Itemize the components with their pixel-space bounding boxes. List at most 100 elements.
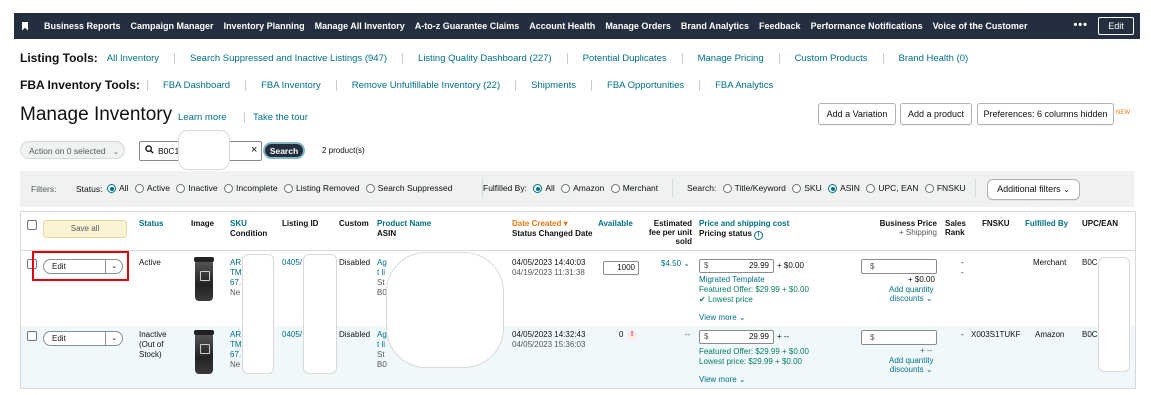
filter-bar: Filters: Status: All Active Inactive Inc… (20, 171, 1134, 207)
price-input[interactable]: $29.99 (699, 330, 774, 344)
save-all-button[interactable]: Save all (43, 220, 127, 238)
col-price-header[interactable]: Price and shipping cost (699, 219, 789, 228)
edit-nav-button[interactable]: Edit (1098, 17, 1134, 35)
nav-item-performance-notifications[interactable]: Performance Notifications (811, 21, 923, 31)
price-input[interactable]: $29.99 (699, 259, 774, 273)
radio-search-asin[interactable] (828, 184, 838, 193)
link-all-inventory[interactable]: All Inventory (105, 53, 174, 64)
preferences-button[interactable]: Preferences: 6 columns hidden (977, 103, 1114, 125)
add-quantity-discounts-link[interactable]: Add quantity discounts ⌄ (889, 356, 933, 374)
radio-status-listing-removed[interactable] (284, 184, 293, 193)
col-asin-subheader: ASIN (377, 229, 397, 238)
col-fulfilled-by-header[interactable]: Fulfilled By (1025, 219, 1068, 228)
divider (672, 178, 673, 198)
add-variation-button[interactable]: Add a Variation (818, 103, 896, 125)
radio-search-sku[interactable] (792, 184, 802, 193)
view-more-link[interactable]: View more ⌄ (699, 313, 746, 322)
take-tour-link[interactable]: Take the tour (244, 112, 308, 123)
add-product-button[interactable]: Add a product (900, 103, 972, 125)
link-shipments[interactable]: Shipments (515, 79, 591, 91)
currency-symbol: $ (704, 261, 709, 270)
nav-item-voice-of-customer[interactable]: Voice of the Customer (933, 21, 1028, 31)
link-potential-duplicates[interactable]: Potential Duplicates (566, 52, 682, 64)
row-pricing-status[interactable]: Migrated Template (699, 275, 765, 284)
col-pricing-status-subheader: Pricing status i (699, 229, 764, 240)
col-condition-subheader: Condition (230, 229, 268, 238)
row-checkbox[interactable] (27, 331, 37, 341)
learn-more-link[interactable]: Learn more (178, 112, 227, 123)
row-sku[interactable]: AR TM 67. Ne (230, 330, 242, 370)
available-quantity-input[interactable]: 1000 (603, 261, 639, 275)
additional-filters-button[interactable]: Additional filters ⌄ (987, 179, 1080, 200)
row-product-name[interactable]: Ag t li St B0 (377, 330, 387, 370)
business-price-input[interactable]: $ (861, 259, 937, 274)
product-thumbnail[interactable] (194, 257, 214, 301)
nav-item-campaign-manager[interactable]: Campaign Manager (131, 21, 214, 31)
chevron-down-icon: ⌄ (683, 259, 690, 268)
clear-search-icon[interactable]: × (251, 144, 257, 156)
status-listing-removed-label: Listing Removed (296, 183, 360, 193)
col-sku-header[interactable]: SKU (230, 219, 247, 228)
radio-search-title[interactable] (722, 184, 732, 193)
add-qty-line1: Add quantity (889, 285, 934, 294)
row-date-created: 04/05/2023 14:32:43 (512, 330, 586, 339)
link-remove-unfulfillable[interactable]: Remove Unfulfillable Inventory (22) (335, 79, 515, 91)
col-listing-id-header: Listing ID (282, 219, 319, 228)
highlight-box (32, 251, 129, 281)
more-menu-icon[interactable]: ••• (1073, 19, 1088, 31)
warning-icon[interactable]: ! (627, 330, 637, 340)
nav-item-business-reports[interactable]: Business Reports (44, 21, 121, 31)
product-line: t li (377, 268, 385, 277)
select-all-checkbox[interactable] (27, 220, 37, 230)
radio-status-active[interactable] (134, 184, 144, 193)
inventory-table: Save all Status Image SKU Condition List… (20, 211, 1136, 389)
nav-item-feedback[interactable]: Feedback (759, 21, 801, 31)
nav-item-brand-analytics[interactable]: Brand Analytics (681, 21, 749, 31)
radio-status-inactive[interactable] (176, 184, 186, 193)
row-listing-id[interactable]: 0405/ (282, 258, 302, 267)
add-quantity-discounts-link[interactable]: Add quantity discounts ⌄ (889, 285, 933, 303)
link-brand-health[interactable]: Brand Health (0) (882, 52, 984, 64)
row-upc: B0C (1082, 258, 1098, 267)
row-status-changed: 04/19/2023 11:31:38 (512, 268, 585, 277)
row-listing-id[interactable]: 0405/ (282, 330, 302, 339)
radio-search-upc[interactable] (866, 184, 876, 193)
bulk-action-dropdown[interactable]: Action on 0 selected ⌄ (20, 141, 125, 159)
radio-status-search-suppressed[interactable] (365, 184, 375, 193)
nav-item-account-health[interactable]: Account Health (529, 21, 595, 31)
radio-status-all[interactable] (107, 184, 116, 193)
radio-search-fnsku[interactable] (924, 184, 934, 193)
link-manage-pricing[interactable]: Manage Pricing (681, 52, 779, 64)
search-button[interactable]: Search (263, 142, 305, 159)
row-status-changed: 04/05/2023 15:36:03 (512, 340, 586, 349)
row-sku[interactable]: AR TM 67. Ne (230, 258, 242, 298)
fba-tools-label: FBA Inventory Tools: (20, 78, 140, 92)
col-status-header[interactable]: Status (139, 219, 163, 228)
business-price-input[interactable]: $ (861, 330, 937, 345)
link-fba-opportunities[interactable]: FBA Opportunities (591, 79, 699, 91)
link-listing-quality[interactable]: Listing Quality Dashboard (227) (402, 52, 567, 64)
nav-item-inventory-planning[interactable]: Inventory Planning (224, 21, 305, 31)
row-edit-dropdown[interactable]: Edit ⌄ (43, 331, 123, 346)
col-date-created-header[interactable]: Date Created ▾ (512, 219, 568, 228)
product-thumbnail[interactable] (194, 330, 214, 374)
bookmark-icon[interactable] (22, 21, 28, 31)
nav-item-manage-all-inventory[interactable]: Manage All Inventory (315, 21, 405, 31)
checkmark-icon: ✔ (699, 295, 706, 304)
radio-fulfilled-amazon[interactable] (561, 184, 571, 193)
row-fee[interactable]: $4.50 ⌄ (661, 259, 690, 268)
col-available-header[interactable]: Available (598, 219, 633, 228)
link-fba-dashboard[interactable]: FBA Dashboard (147, 79, 245, 91)
info-icon[interactable]: i (754, 231, 764, 240)
nav-item-manage-orders[interactable]: Manage Orders (605, 21, 671, 31)
nav-item-a-to-z-claims[interactable]: A-to-z Guarantee Claims (415, 21, 520, 31)
radio-fulfilled-all[interactable] (533, 184, 543, 193)
radio-fulfilled-merchant[interactable] (610, 184, 620, 193)
link-fba-analytics[interactable]: FBA Analytics (699, 79, 788, 91)
view-more-link[interactable]: View more ⌄ (699, 375, 746, 384)
link-fba-inventory[interactable]: FBA Inventory (245, 79, 336, 91)
col-product-name-header[interactable]: Product Name (377, 219, 431, 228)
link-search-suppressed[interactable]: Search Suppressed and Inactive Listings … (174, 52, 402, 64)
link-custom-products[interactable]: Custom Products (778, 52, 883, 64)
radio-status-incomplete[interactable] (224, 184, 234, 193)
